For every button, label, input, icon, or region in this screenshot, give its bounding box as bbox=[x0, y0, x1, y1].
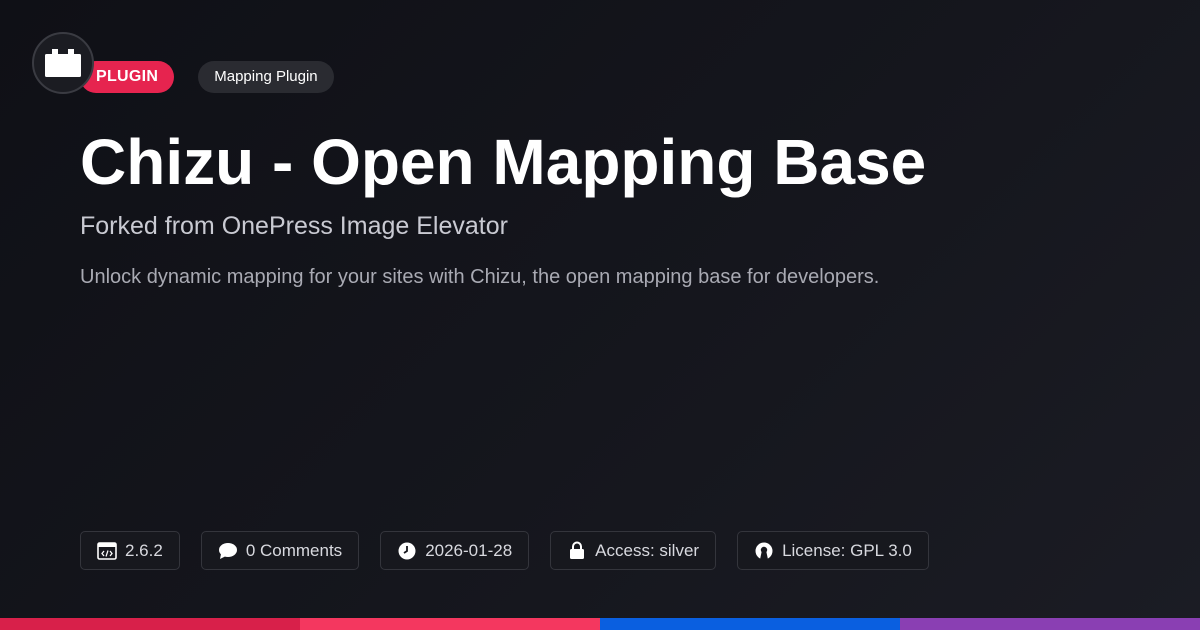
subtitle: Forked from OnePress Image Elevator bbox=[80, 212, 508, 240]
license-text: License: GPL 3.0 bbox=[782, 540, 912, 560]
date-text: 2026-01-28 bbox=[425, 540, 513, 560]
description: Unlock dynamic mapping for your sites wi… bbox=[80, 266, 880, 288]
version-text: 2.6.2 bbox=[125, 540, 163, 560]
access-badge: Access: silver bbox=[550, 531, 717, 570]
category-tag[interactable]: Mapping Plugin bbox=[198, 61, 334, 93]
plugin-block-icon bbox=[45, 49, 81, 77]
meta-bar: 2.6.2 0 Comments 2026-01-28 Access: silv… bbox=[80, 531, 929, 570]
stripe-segment bbox=[300, 618, 600, 630]
access-text: Access: silver bbox=[595, 540, 700, 560]
comments-text: 0 Comments bbox=[245, 540, 343, 560]
color-stripe bbox=[0, 618, 1200, 630]
stripe-segment bbox=[600, 618, 900, 630]
page-title: Chizu - Open Mapping Base bbox=[80, 126, 927, 198]
stripe-segment bbox=[0, 618, 300, 630]
comment-bubble-icon bbox=[218, 541, 238, 561]
logo bbox=[32, 32, 94, 94]
comments-link[interactable]: 0 Comments bbox=[200, 531, 360, 570]
lock-icon bbox=[567, 541, 587, 561]
license-badge: License: GPL 3.0 bbox=[737, 531, 929, 570]
date-badge: 2026-01-28 bbox=[380, 531, 530, 570]
plugin-type-badge[interactable]: PLUGIN bbox=[80, 61, 175, 93]
stripe-segment bbox=[900, 618, 1200, 630]
clock-icon bbox=[397, 541, 417, 561]
open-source-icon bbox=[754, 541, 774, 561]
code-window-icon bbox=[97, 541, 117, 561]
tag-list: PLUGIN Mapping Plugin bbox=[80, 61, 334, 93]
version-badge: 2.6.2 bbox=[80, 531, 180, 570]
